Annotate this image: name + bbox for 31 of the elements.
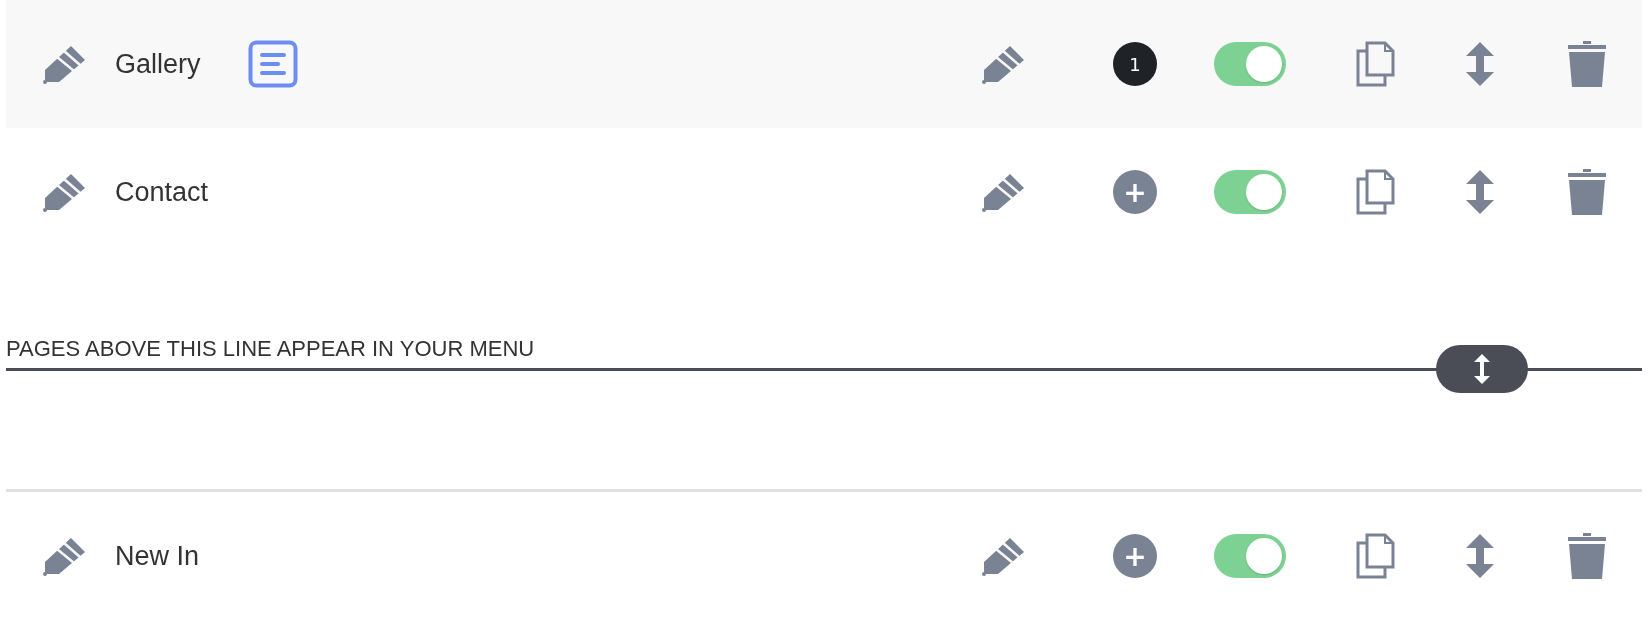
copy-icon[interactable] (1354, 169, 1395, 215)
page-name: Gallery (115, 48, 201, 80)
pencil-icon[interactable] (980, 172, 1026, 212)
up-down-arrow-icon[interactable] (1465, 170, 1494, 214)
page-name: New In (115, 540, 200, 572)
drag-handle[interactable] (1436, 345, 1528, 393)
copy-icon[interactable] (1354, 41, 1395, 87)
up-down-arrow-icon[interactable] (1465, 42, 1494, 86)
page-row[interactable]: Gallery 1 (6, 0, 1642, 128)
badge[interactable]: 1 (1113, 42, 1157, 86)
up-down-arrow-icon[interactable] (1465, 534, 1494, 578)
pencil-icon[interactable] (41, 44, 87, 84)
toggle-switch[interactable] (1214, 170, 1286, 214)
badge[interactable]: + (1113, 534, 1157, 578)
pencil-icon[interactable] (980, 44, 1026, 84)
page-row[interactable]: New In + (6, 492, 1642, 620)
trash-icon[interactable] (1568, 169, 1606, 215)
page-name: Contact (115, 176, 209, 208)
text-document-icon[interactable] (247, 40, 298, 88)
trash-icon[interactable] (1568, 533, 1606, 579)
toggle-switch[interactable] (1214, 534, 1286, 578)
trash-icon[interactable] (1568, 41, 1606, 87)
pencil-icon[interactable] (980, 536, 1026, 576)
divider-label: PAGES ABOVE THIS LINE APPEAR IN YOUR MENU (6, 336, 536, 362)
pencil-icon[interactable] (41, 172, 87, 212)
up-down-arrow-icon (1474, 354, 1490, 384)
badge[interactable]: + (1113, 170, 1157, 214)
copy-icon[interactable] (1354, 533, 1395, 579)
page-row[interactable]: Contact + (6, 128, 1642, 256)
toggle-switch[interactable] (1214, 42, 1286, 86)
pencil-icon[interactable] (41, 536, 87, 576)
